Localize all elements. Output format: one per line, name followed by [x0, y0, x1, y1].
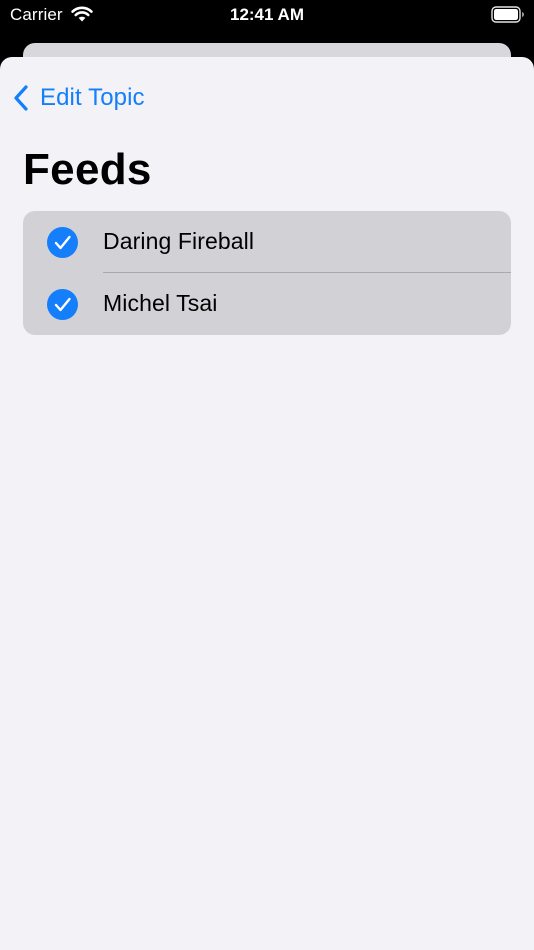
feed-list: Daring Fireball Michel Tsai	[23, 211, 511, 335]
checkmark-circle-icon[interactable]	[47, 227, 78, 258]
battery-full-icon	[491, 6, 524, 23]
feed-name: Daring Fireball	[103, 228, 255, 254]
app-screen: Carrier 12:41 AM Edit Topic Feeds Daring…	[0, 0, 534, 950]
status-bar: Carrier 12:41 AM	[0, 0, 534, 32]
feed-row-michel-tsai[interactable]: Michel Tsai	[23, 273, 511, 335]
status-time: 12:41 AM	[229, 5, 304, 24]
feed-row-daring-fireball[interactable]: Daring Fireball	[23, 211, 511, 273]
page-title: Feeds	[23, 145, 152, 194]
back-button[interactable]: Edit Topic	[12, 82, 145, 114]
feed-name: Michel Tsai	[103, 290, 218, 316]
modal-sheet: Edit Topic Feeds Daring Fireball Michel …	[0, 57, 534, 950]
back-button-label: Edit Topic	[40, 84, 145, 111]
checkmark-circle-icon[interactable]	[47, 289, 78, 320]
chevron-left-icon	[14, 85, 28, 111]
